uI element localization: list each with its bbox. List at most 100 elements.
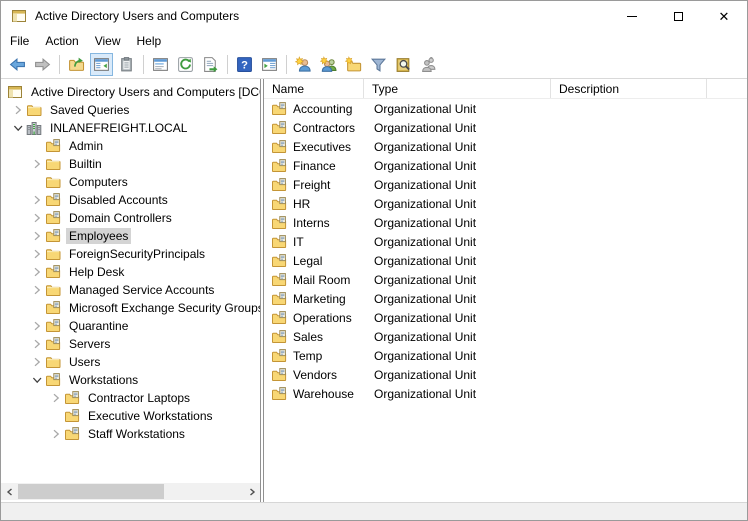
tree-item-root[interactable]: Active Directory Users and Computers [DC… bbox=[1, 83, 260, 101]
chevron-right-icon[interactable] bbox=[29, 354, 45, 370]
show-hide-console-tree-button[interactable] bbox=[90, 53, 113, 76]
new-group-button[interactable] bbox=[317, 53, 340, 76]
tree-item-executive-workstations[interactable]: Executive Workstations bbox=[1, 407, 260, 425]
find-icon bbox=[395, 56, 412, 73]
organizational-unit-icon bbox=[271, 139, 287, 155]
tree-item-foreignsecurityprincipals[interactable]: ForeignSecurityPrincipals bbox=[1, 245, 260, 263]
chevron-down-icon[interactable] bbox=[29, 372, 45, 388]
scrollbar-thumb[interactable] bbox=[18, 484, 164, 499]
chevron-right-icon[interactable] bbox=[29, 282, 45, 298]
list-body: Accounting Organizational Unit Contracto… bbox=[264, 99, 747, 502]
list-item-contractors[interactable]: Contractors Organizational Unit bbox=[264, 118, 747, 137]
chevron-right-icon[interactable] bbox=[29, 336, 45, 352]
list-item-temp[interactable]: Temp Organizational Unit bbox=[264, 346, 747, 365]
scroll-left-arrow[interactable] bbox=[1, 483, 18, 500]
tree-item-workstations[interactable]: Workstations bbox=[1, 371, 260, 389]
new-user-icon bbox=[295, 56, 312, 73]
refresh-button[interactable] bbox=[174, 53, 197, 76]
menu-view[interactable]: View bbox=[87, 32, 129, 50]
tree-item-computers[interactable]: Computers bbox=[1, 173, 260, 191]
menu-action[interactable]: Action bbox=[37, 32, 86, 50]
organizational-unit-icon bbox=[271, 177, 287, 193]
list-item-accounting[interactable]: Accounting Organizational Unit bbox=[264, 99, 747, 118]
tree-item-servers[interactable]: Servers bbox=[1, 335, 260, 353]
list-item-executives[interactable]: Executives Organizational Unit bbox=[264, 137, 747, 156]
new-organizational-unit-button[interactable] bbox=[342, 53, 365, 76]
clipboard-button[interactable] bbox=[115, 53, 138, 76]
back-button[interactable] bbox=[6, 53, 29, 76]
maximize-button[interactable] bbox=[655, 1, 701, 31]
chevron-right-icon[interactable] bbox=[29, 156, 45, 172]
export-list-icon bbox=[202, 56, 219, 73]
chevron-right-icon[interactable] bbox=[29, 246, 45, 262]
tree-item-employees[interactable]: Employees bbox=[1, 227, 260, 245]
minimize-icon bbox=[627, 16, 637, 17]
folder-icon bbox=[45, 174, 61, 190]
chevron-right-icon[interactable] bbox=[29, 210, 45, 226]
chevron-down-icon[interactable] bbox=[10, 120, 26, 136]
tree-item-microsoft-exchange-security-groups[interactable]: Microsoft Exchange Security Groups bbox=[1, 299, 260, 317]
help-button[interactable] bbox=[233, 53, 256, 76]
list-item-hr[interactable]: HR Organizational Unit bbox=[264, 194, 747, 213]
export-list-button[interactable] bbox=[199, 53, 222, 76]
tree-item-managed-service-accounts[interactable]: Managed Service Accounts bbox=[1, 281, 260, 299]
column-header-type[interactable]: Type bbox=[364, 79, 551, 98]
minimize-button[interactable] bbox=[609, 1, 655, 31]
properties-button[interactable] bbox=[149, 53, 172, 76]
tree-item-quarantine[interactable]: Quarantine bbox=[1, 317, 260, 335]
filter-button[interactable] bbox=[367, 53, 390, 76]
domain-icon bbox=[26, 120, 42, 136]
delegate-control-icon bbox=[420, 56, 437, 73]
menu-file[interactable]: File bbox=[2, 32, 37, 50]
list-item-mail-room[interactable]: Mail Room Organizational Unit bbox=[264, 270, 747, 289]
list-item-sales[interactable]: Sales Organizational Unit bbox=[264, 327, 747, 346]
list-item-operations[interactable]: Operations Organizational Unit bbox=[264, 308, 747, 327]
list-item-legal[interactable]: Legal Organizational Unit bbox=[264, 251, 747, 270]
scroll-right-arrow[interactable] bbox=[243, 483, 260, 500]
new-user-button[interactable] bbox=[292, 53, 315, 76]
list-item-warehouse[interactable]: Warehouse Organizational Unit bbox=[264, 384, 747, 403]
tree-item-saved-queries[interactable]: Saved Queries bbox=[1, 101, 260, 119]
scrollbar-track[interactable] bbox=[18, 483, 243, 500]
folder-icon bbox=[45, 354, 61, 370]
organizational-unit-icon bbox=[64, 426, 80, 442]
column-header-name[interactable]: Name bbox=[264, 79, 364, 98]
menu-help[interactable]: Help bbox=[129, 32, 170, 50]
chevron-right-icon[interactable] bbox=[10, 102, 26, 118]
organizational-unit-icon bbox=[271, 272, 287, 288]
chevron-right-icon[interactable] bbox=[48, 390, 64, 406]
new-group-icon bbox=[320, 56, 337, 73]
up-one-level-icon bbox=[68, 56, 85, 73]
console-window-button[interactable] bbox=[258, 53, 281, 76]
chevron-right-icon[interactable] bbox=[29, 192, 45, 208]
chevron-right-icon[interactable] bbox=[29, 264, 45, 280]
delegate-control-button[interactable] bbox=[417, 53, 440, 76]
tree-item-users[interactable]: Users bbox=[1, 353, 260, 371]
list-item-interns[interactable]: Interns Organizational Unit bbox=[264, 213, 747, 232]
tree-item-disabled-accounts[interactable]: Disabled Accounts bbox=[1, 191, 260, 209]
toolbar-separator bbox=[59, 55, 60, 74]
new-organizational-unit-icon bbox=[345, 56, 362, 73]
tree-item-admin[interactable]: Admin bbox=[1, 137, 260, 155]
horizontal-scrollbar[interactable] bbox=[1, 483, 260, 500]
chevron-right-icon[interactable] bbox=[48, 426, 64, 442]
forward-button[interactable] bbox=[31, 53, 54, 76]
chevron-right-icon[interactable] bbox=[29, 318, 45, 334]
list-item-vendors[interactable]: Vendors Organizational Unit bbox=[264, 365, 747, 384]
find-button[interactable] bbox=[392, 53, 415, 76]
tree-item-inlanefreight-local[interactable]: INLANEFREIGHT.LOCAL bbox=[1, 119, 260, 137]
tree-item-help-desk[interactable]: Help Desk bbox=[1, 263, 260, 281]
tree-item-staff-workstations[interactable]: Staff Workstations bbox=[1, 425, 260, 443]
tree-item-domain-controllers[interactable]: Domain Controllers bbox=[1, 209, 260, 227]
list-item-marketing[interactable]: Marketing Organizational Unit bbox=[264, 289, 747, 308]
list-item-freight[interactable]: Freight Organizational Unit bbox=[264, 175, 747, 194]
list-item-it[interactable]: IT Organizational Unit bbox=[264, 232, 747, 251]
column-header-description[interactable]: Description bbox=[551, 79, 707, 98]
chevron-right-icon[interactable] bbox=[29, 228, 45, 244]
tree-item-builtin[interactable]: Builtin bbox=[1, 155, 260, 173]
close-button[interactable]: ✕ bbox=[701, 1, 747, 31]
tree-item-contractor-laptops[interactable]: Contractor Laptops bbox=[1, 389, 260, 407]
list-item-finance[interactable]: Finance Organizational Unit bbox=[264, 156, 747, 175]
organizational-unit-icon bbox=[45, 228, 61, 244]
up-one-level-button[interactable] bbox=[65, 53, 88, 76]
